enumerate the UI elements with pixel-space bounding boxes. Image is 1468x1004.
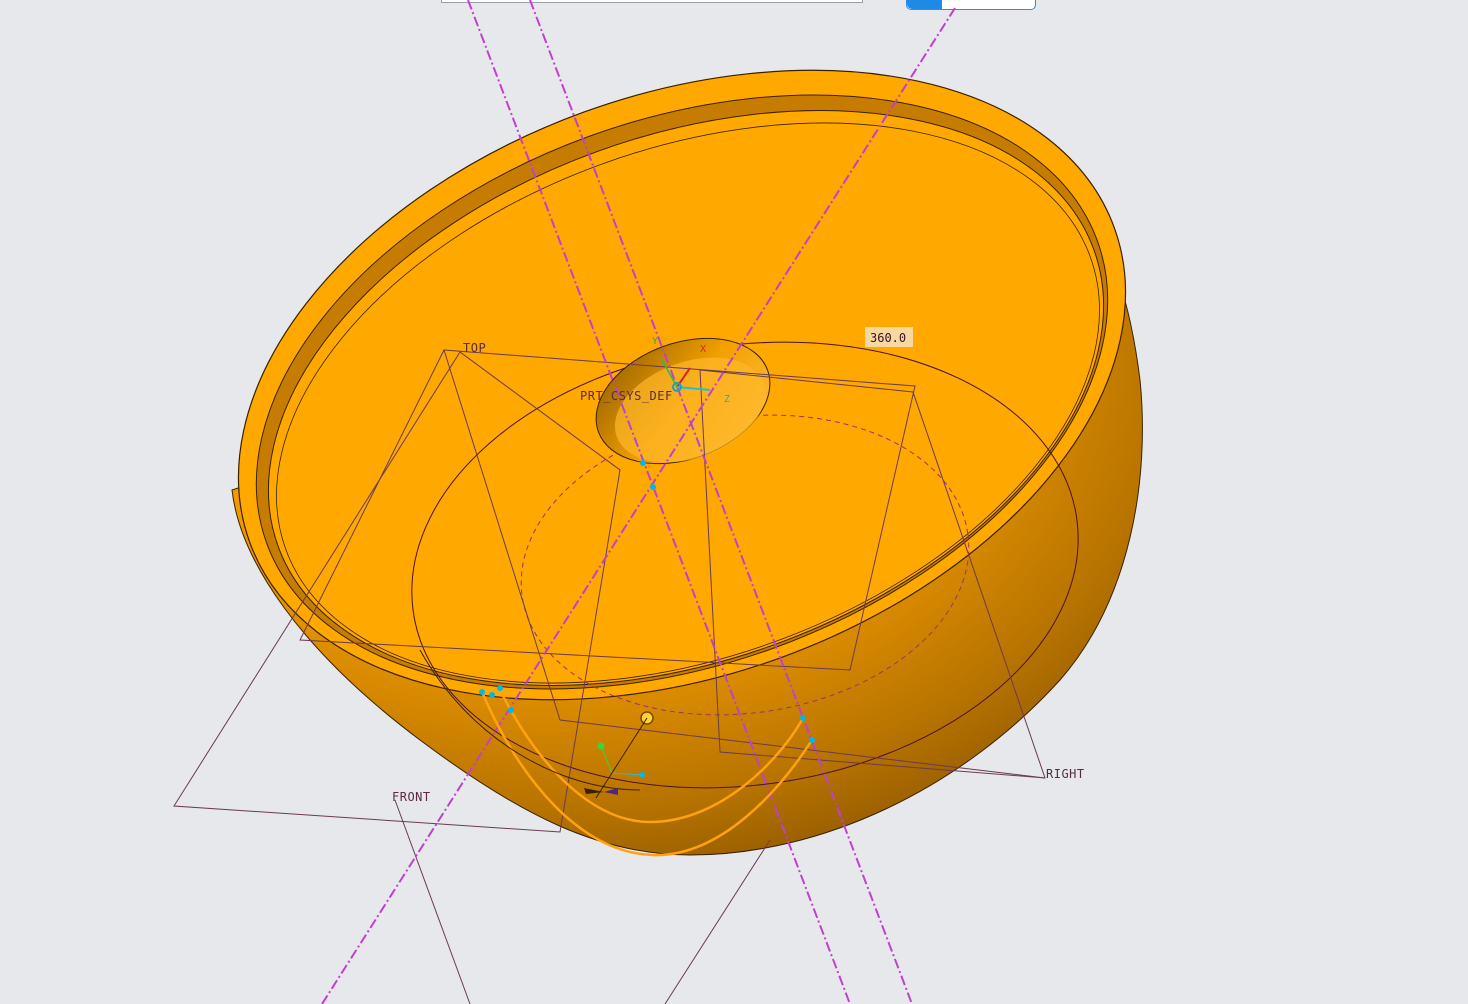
svg-text:Z: Z <box>724 394 730 405</box>
dimension-value[interactable]: 360.0 <box>870 331 906 345</box>
datum-label-top: TOP <box>463 341 486 355</box>
handle-point[interactable] <box>489 692 495 698</box>
datum-label-csys: PRT_CSYS_DEF <box>580 389 673 403</box>
handle-point[interactable] <box>809 737 815 743</box>
handle-point[interactable] <box>497 685 503 691</box>
datum-label-right: RIGHT <box>1046 767 1085 781</box>
svg-text:X: X <box>700 344 706 355</box>
datum-label-front: FRONT <box>392 790 431 804</box>
handle-point[interactable] <box>640 460 646 466</box>
datum-plane-front-lower2 <box>664 839 771 1004</box>
handle-point[interactable] <box>800 715 806 721</box>
handle-point[interactable] <box>508 707 514 713</box>
handle-point[interactable] <box>479 689 485 695</box>
handle-point[interactable] <box>650 484 656 490</box>
graphics-viewport[interactable]: X Z Y TOP FRONT RIGHT PRT_CSYS_DEF 360.0 <box>0 0 1468 1004</box>
svg-text:Y: Y <box>652 336 658 347</box>
